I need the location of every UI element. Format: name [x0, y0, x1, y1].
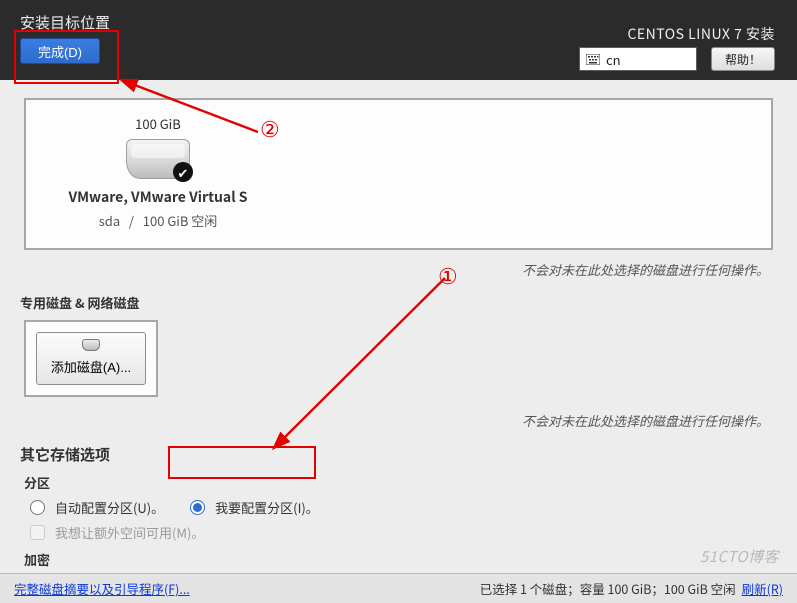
add-disk-label: 添加磁盘(A)... — [51, 360, 131, 375]
page-title: 安装目标位置 — [20, 12, 110, 33]
footer-bar: 完整磁盘摘要以及引导程序(F)... 已选择 1 个磁盘；容量 100 GiB；… — [0, 573, 797, 603]
refresh-link[interactable]: 刷新(R) — [742, 579, 783, 598]
done-button[interactable]: 完成(D) — [20, 38, 100, 64]
disk-free: sda / 100 GiB 空闲 — [48, 211, 268, 230]
watermark: 51CTO博客 — [700, 546, 779, 567]
check-icon: ✔ — [173, 162, 193, 182]
disk-summary-link[interactable]: 完整磁盘摘要以及引导程序(F)... — [14, 579, 190, 598]
manual-partition-radio[interactable] — [190, 500, 205, 515]
auto-partition-radio[interactable] — [30, 500, 45, 515]
header-bar: 安装目标位置 完成(D) CENTOS LINUX 7 安装 cn 帮助！ — [0, 0, 797, 80]
encryption-section-label: 加密 — [24, 550, 779, 569]
help-button[interactable]: 帮助！ — [711, 47, 775, 71]
add-disk-button[interactable]: 添加磁盘(A)... — [36, 332, 146, 385]
partition-section-label: 分区 — [24, 473, 779, 492]
disk-name: VMware, VMware Virtual S — [48, 187, 268, 207]
disk-small-icon — [82, 339, 100, 351]
annotation-arrow-2 — [118, 70, 278, 150]
install-title: CENTOS LINUX 7 安装 — [627, 24, 775, 44]
extra-space-checkbox — [30, 525, 45, 540]
keyboard-icon — [586, 50, 600, 69]
auto-partition-label: 自动配置分区(U)。 — [55, 498, 164, 517]
keyboard-layout-selector[interactable]: cn — [579, 47, 697, 71]
annotation-arrow-1 — [270, 270, 470, 460]
special-disks-box: 添加磁盘(A)... — [24, 320, 158, 397]
footer-status: 已选择 1 个磁盘；容量 100 GiB；100 GiB 空闲 — [480, 579, 736, 598]
keyboard-layout-value: cn — [606, 50, 621, 69]
manual-partition-label: 我要配置分区(I)。 — [215, 498, 319, 517]
extra-space-label: 我想让额外空间可用(M)。 — [55, 523, 204, 542]
